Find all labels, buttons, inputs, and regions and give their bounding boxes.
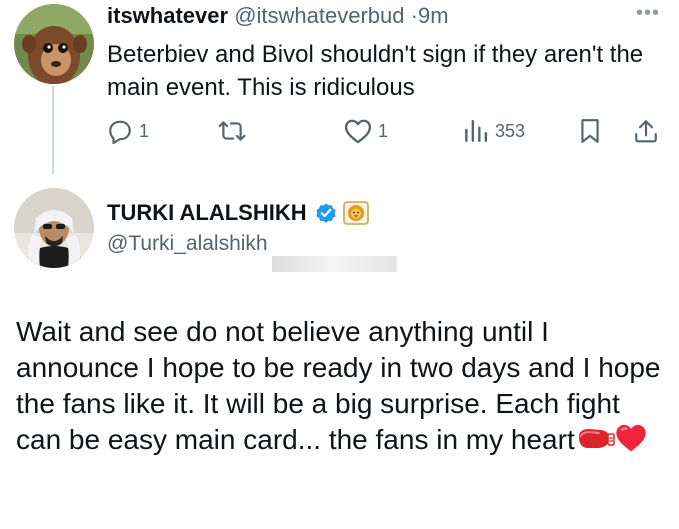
reply-text: Beterbiev and Bivol shouldn't sign if th…: [107, 41, 644, 101]
reply-author-handle[interactable]: @itswhateverbud: [234, 3, 404, 28]
like-count: 1: [378, 120, 389, 141]
thread-connector-line: [52, 86, 54, 174]
views-button[interactable]: 353: [461, 117, 525, 145]
reply-count: 1: [139, 120, 150, 141]
more-icon[interactable]: •••: [636, 2, 660, 25]
views-chart-icon: [465, 120, 488, 142]
reply-author-name[interactable]: itswhatever: [107, 3, 228, 28]
share-button[interactable]: [633, 117, 659, 145]
tweet-text-body: Wait and see do not believe anything unt…: [16, 316, 661, 455]
retweet-button[interactable]: [218, 117, 252, 145]
reply-icon: [109, 120, 131, 144]
boxing-glove-icon: [575, 426, 615, 462]
reply-timestamp[interactable]: 9m: [418, 3, 449, 28]
retweet-icon: [218, 121, 246, 141]
views-count: 353: [495, 120, 526, 141]
tweet-author-row: TURKI ALALSHIKH: [107, 200, 369, 226]
tweet-author-handle[interactable]: @Turki_alalshikh: [107, 232, 268, 256]
share-icon: [635, 120, 657, 143]
avatar-itswhatever[interactable]: [14, 4, 94, 84]
tweet-author-name[interactable]: TURKI ALALSHIKH: [107, 200, 307, 226]
blurred-overlay: [272, 256, 397, 272]
like-button[interactable]: 1: [344, 117, 388, 145]
heart-icon: [344, 119, 372, 144]
reply-header: itswhatever @itswhateverbud ·9m: [107, 3, 449, 29]
header-separator: ·: [410, 3, 418, 28]
verified-badge-icon[interactable]: [314, 201, 338, 225]
bookmark-icon: [581, 119, 599, 143]
bookmark-button[interactable]: [579, 117, 601, 145]
reply-button[interactable]: 1: [107, 117, 149, 145]
avatar-turki-alalshikh[interactable]: [14, 188, 94, 268]
monkey-puppet-avatar-image: [14, 4, 94, 84]
profile-photo-image: [14, 188, 94, 268]
red-heart-icon: [615, 423, 647, 462]
lion-affiliate-icon[interactable]: [342, 201, 369, 225]
tweet-text: Wait and see do not believe anything unt…: [16, 314, 666, 462]
